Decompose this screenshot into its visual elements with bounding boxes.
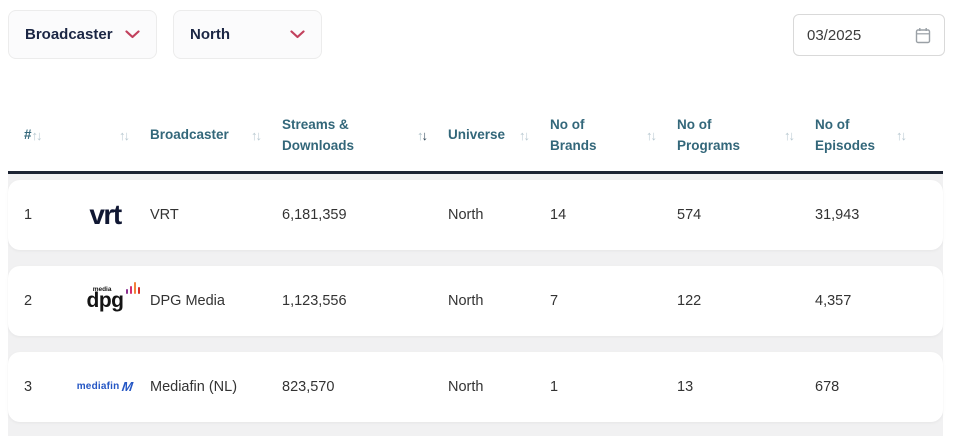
col-header-programs[interactable]: No of Programs ↑↓ xyxy=(677,115,815,157)
chevron-down-icon xyxy=(290,30,305,39)
col-header-episodes[interactable]: No of Episodes ↑↓ xyxy=(815,115,927,157)
sort-icon[interactable]: ↑↓ xyxy=(119,129,128,142)
broadcaster-dropdown-value: Broadcaster xyxy=(25,26,113,43)
sort-icon[interactable]: ↑↓ xyxy=(32,129,41,142)
table-row-dpg-media[interactable]: 2 dpg media DPG Media 1,123,556 North 7 … xyxy=(8,266,943,336)
chevron-down-icon xyxy=(125,30,140,39)
streams-downloads-cell: 823,570 xyxy=(282,379,448,395)
programs-cell: 13 xyxy=(677,379,815,395)
region-dropdown[interactable]: North xyxy=(173,10,322,59)
filter-bar: Broadcaster North 03/2025 xyxy=(0,0,960,59)
brands-cell: 14 xyxy=(550,207,677,223)
date-picker[interactable]: 03/2025 xyxy=(793,14,945,56)
col-header-logo[interactable]: ↑↓ xyxy=(60,129,150,142)
broadcaster-dropdown[interactable]: Broadcaster xyxy=(8,10,157,59)
broadcaster-table: # ↑↓ ↑↓ Broadcaster ↑↓ Streams & Downloa… xyxy=(8,59,943,436)
sort-icon[interactable]: ↑↓ xyxy=(251,129,260,142)
sort-icon[interactable]: ↑↓ xyxy=(519,129,528,142)
brands-cell: 7 xyxy=(550,293,677,309)
broadcaster-cell: Mediafin (NL) xyxy=(150,379,282,395)
vrt-logo: vrt xyxy=(60,199,150,231)
calendar-icon xyxy=(915,27,931,44)
episodes-cell: 31,943 xyxy=(815,207,927,223)
table-row-vrt[interactable]: 1 vrt VRT 6,181,359 North 14 574 31,943 xyxy=(8,180,943,250)
programs-cell: 574 xyxy=(677,207,815,223)
universe-cell: North xyxy=(448,207,550,223)
episodes-cell: 678 xyxy=(815,379,927,395)
broadcaster-cell: VRT xyxy=(150,207,282,223)
dpg-media-logo: dpg media xyxy=(60,290,150,312)
table-body: 1 vrt VRT 6,181,359 North 14 574 31,943 … xyxy=(8,174,943,436)
universe-cell: North xyxy=(448,379,550,395)
table-header-row: # ↑↓ ↑↓ Broadcaster ↑↓ Streams & Downloa… xyxy=(8,59,943,174)
rank-cell: 2 xyxy=(24,293,60,309)
rank-cell: 3 xyxy=(24,379,60,395)
sort-icon[interactable]: ↑↓ xyxy=(784,129,793,142)
sort-icon-active-desc[interactable]: ↑↓ xyxy=(417,129,426,142)
col-header-broadcaster[interactable]: Broadcaster ↑↓ xyxy=(150,125,282,146)
streams-downloads-cell: 1,123,556 xyxy=(282,293,448,309)
sort-icon[interactable]: ↑↓ xyxy=(646,129,655,142)
col-header-streams-downloads[interactable]: Streams & Downloads ↑↓ xyxy=(282,115,448,157)
equalizer-bars-icon xyxy=(126,282,141,294)
col-header-universe[interactable]: Universe ↑↓ xyxy=(448,125,550,146)
table-row-mediafin[interactable]: 3 mediafin M Mediafin (NL) 823,570 North… xyxy=(8,352,943,422)
broadcaster-cell: DPG Media xyxy=(150,293,282,309)
rank-cell: 1 xyxy=(24,207,60,223)
col-header-brands[interactable]: No of Brands ↑↓ xyxy=(550,115,677,157)
programs-cell: 122 xyxy=(677,293,815,309)
sort-icon[interactable]: ↑↓ xyxy=(896,129,905,142)
universe-cell: North xyxy=(448,293,550,309)
col-header-rank[interactable]: # ↑↓ xyxy=(24,125,60,146)
streams-downloads-cell: 6,181,359 xyxy=(282,207,448,223)
brands-cell: 1 xyxy=(550,379,677,395)
mediafin-logo: mediafin M xyxy=(60,379,150,394)
region-dropdown-value: North xyxy=(190,26,230,43)
episodes-cell: 4,357 xyxy=(815,293,927,309)
date-picker-value: 03/2025 xyxy=(807,27,861,44)
